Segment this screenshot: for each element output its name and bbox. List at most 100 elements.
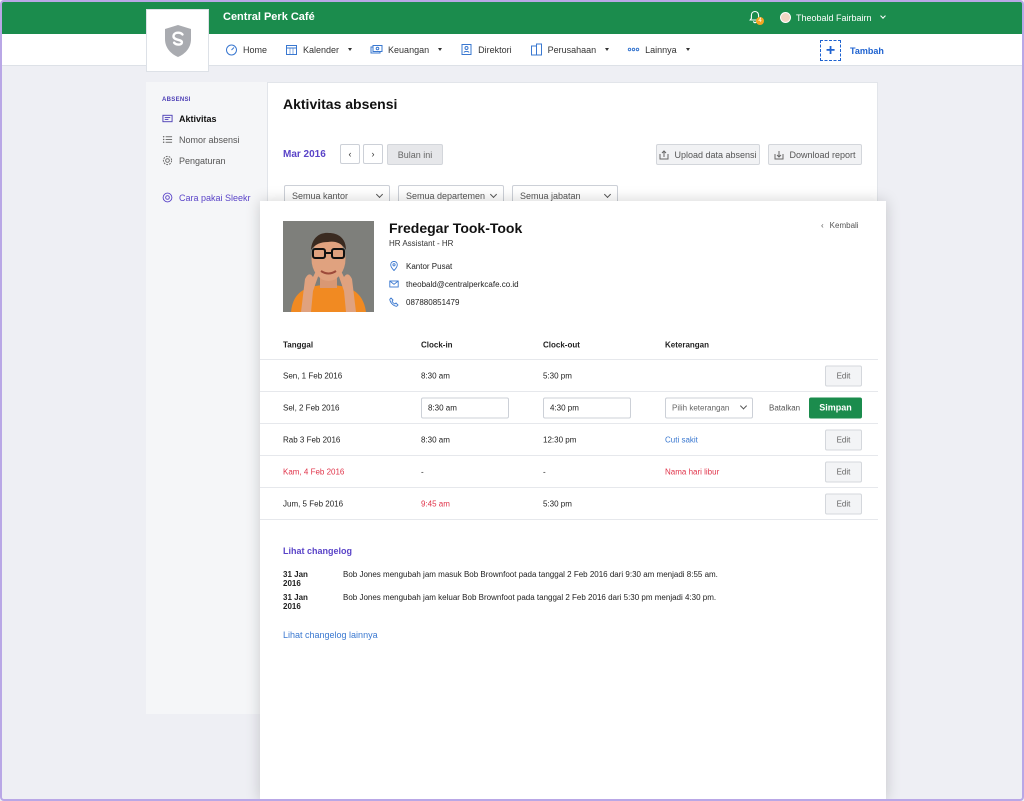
row-clock-out: - (543, 467, 546, 476)
note-select-placeholder: Pilih keterangan (672, 403, 730, 412)
next-month-button[interactable]: › (363, 144, 383, 164)
sidebar: ABSENSI Aktivitas Nomor absensi Pengatur… (146, 82, 268, 714)
nav-item-label: Kalender (303, 44, 340, 55)
nav-item-label: Home (243, 44, 268, 55)
row-note: Nama hari libur (665, 467, 720, 476)
changelog-date: 31 Jan 2016 (283, 593, 308, 611)
upload-icon (659, 149, 669, 159)
chevron-down-icon (375, 190, 384, 198)
filter-label: Semua kantor (292, 190, 349, 201)
sidebar-item-label: Aktivitas (179, 113, 217, 124)
chevron-left-icon: ‹ (348, 149, 352, 159)
employee-office: Kantor Pusat (389, 261, 452, 271)
list-card-icon (162, 114, 173, 123)
chevron-down-icon (739, 402, 748, 410)
row-date: Jum, 5 Feb 2016 (283, 499, 344, 508)
more-dots-icon (627, 47, 640, 52)
user-menu[interactable]: Theobald Fairbairn (780, 12, 886, 23)
office-text: Kantor Pusat (406, 261, 453, 271)
employee-role: HR Assistant - HR (389, 239, 454, 248)
row-clock-in: 8:30 am (421, 371, 450, 380)
phone-icon (389, 297, 399, 307)
sidebar-item-aktivitas[interactable]: Aktivitas (162, 113, 217, 124)
save-button[interactable]: Simpan (809, 397, 862, 418)
speedometer-icon (226, 44, 237, 56)
caret-down-icon (438, 48, 443, 51)
changelog-date: 31 Jan 2016 (283, 570, 308, 588)
table-row: Kam, 4 Feb 2016 - - Nama hari libur Edit (260, 456, 878, 488)
col-keterangan: Keterangan (665, 340, 710, 350)
row-clock-out: 5:30 pm (543, 371, 572, 380)
lifebuoy-icon (162, 192, 173, 203)
current-month: Mar 2016 (283, 149, 326, 160)
upload-button-label: Upload data absensi (674, 149, 757, 160)
caret-down-icon (348, 48, 353, 51)
building-icon (530, 43, 542, 56)
nav-item-label: Keuangan (388, 44, 430, 55)
employee-name: Fredegar Took-Took (389, 220, 523, 236)
calendar-icon (286, 45, 298, 55)
caret-down-icon (685, 48, 690, 51)
sidebar-item-nomor-absensi[interactable]: Nomor absensi (162, 134, 240, 145)
table-row: Sen, 1 Feb 2016 8:30 am 5:30 pm Edit (260, 360, 878, 392)
edit-button[interactable]: Edit (825, 461, 862, 482)
row-date: Rab 3 Feb 2016 (283, 435, 341, 444)
nav-item-lainnya[interactable]: Lainnya (627, 43, 690, 56)
money-icon (370, 45, 383, 54)
gear-icon (162, 155, 173, 166)
chevron-down-icon (603, 190, 612, 198)
cancel-button[interactable]: Batalkan (769, 403, 800, 412)
col-clock-out: Clock-out (543, 340, 580, 350)
row-clock-out: 12:30 pm (543, 435, 577, 444)
nav-item-home[interactable]: Home (225, 43, 267, 56)
user-name: Theobald Fairbairn (796, 12, 872, 23)
sidebar-section-title: ABSENSI (162, 97, 191, 103)
nav-item-kalender[interactable]: Kalender (285, 43, 353, 56)
nav-item-perusahaan[interactable]: Perusahaan (530, 43, 610, 56)
help-link-label: Cara pakai Sleekr (179, 192, 251, 203)
employee-phone[interactable]: 087880851479 (389, 297, 459, 307)
caret-down-icon (605, 48, 610, 51)
company-logo[interactable] (146, 9, 209, 72)
sidebar-item-pengaturan[interactable]: Pengaturan (162, 155, 226, 166)
row-clock-in: - (421, 467, 424, 476)
upload-button[interactable]: Upload data absensi (656, 144, 760, 165)
back-label: Kembali (829, 221, 859, 230)
employee-detail-panel: Fredegar Took-Took HR Assistant - HR Kan… (260, 201, 886, 801)
edit-button[interactable]: Edit (825, 429, 862, 450)
notification-badge: 4 (756, 17, 764, 25)
nav-item-label: Lainnya (645, 44, 677, 55)
sidebar-item-label: Pengaturan (179, 155, 226, 166)
clock-in-input[interactable]: 8:30 am (421, 397, 509, 418)
col-clock-in: Clock-in (421, 340, 453, 350)
table-header: Tanggal Clock-in Clock-out Keterangan (260, 331, 878, 360)
clock-out-input[interactable]: 4:30 pm (543, 397, 631, 418)
chevron-down-icon (489, 190, 498, 198)
this-month-button[interactable]: Bulan ini (387, 144, 443, 165)
email-text: theobald@centralperkcafe.co.id (406, 279, 519, 289)
col-tanggal: Tanggal (283, 340, 314, 350)
chevron-right-icon: › (371, 149, 375, 159)
nav-item-label: Perusahaan (547, 44, 597, 55)
app-title[interactable]: Central Perk Café (223, 11, 315, 23)
add-button[interactable]: + Tambah (820, 40, 884, 61)
edit-button[interactable]: Edit (825, 493, 862, 514)
employee-email[interactable]: theobald@centralperkcafe.co.id (389, 279, 519, 289)
nav-item-keuangan[interactable]: Keuangan (370, 43, 443, 56)
numbered-list-icon (162, 136, 173, 143)
prev-month-button[interactable]: ‹ (340, 144, 360, 164)
row-note[interactable]: Cuti sakit (665, 435, 698, 444)
row-clock-in: 9:45 am (421, 499, 450, 508)
envelope-icon (389, 280, 399, 288)
row-date: Kam, 4 Feb 2016 (283, 467, 345, 476)
employee-photo (283, 221, 374, 312)
nav-item-direktori[interactable]: Direktori (460, 43, 512, 56)
more-changelog-link[interactable]: Lihat changelog lainnya (283, 630, 378, 640)
changelog-title[interactable]: Lihat changelog (283, 546, 352, 556)
note-select[interactable]: Pilih keterangan (665, 397, 753, 418)
changelog-entry: 31 Jan 2016 Bob Jones mengubah jam kelua… (283, 593, 716, 611)
download-button[interactable]: Download report (768, 144, 862, 165)
help-link[interactable]: Cara pakai Sleekr (162, 192, 251, 203)
back-link[interactable]: ‹ Kembali (821, 221, 859, 230)
edit-button[interactable]: Edit (825, 365, 862, 386)
